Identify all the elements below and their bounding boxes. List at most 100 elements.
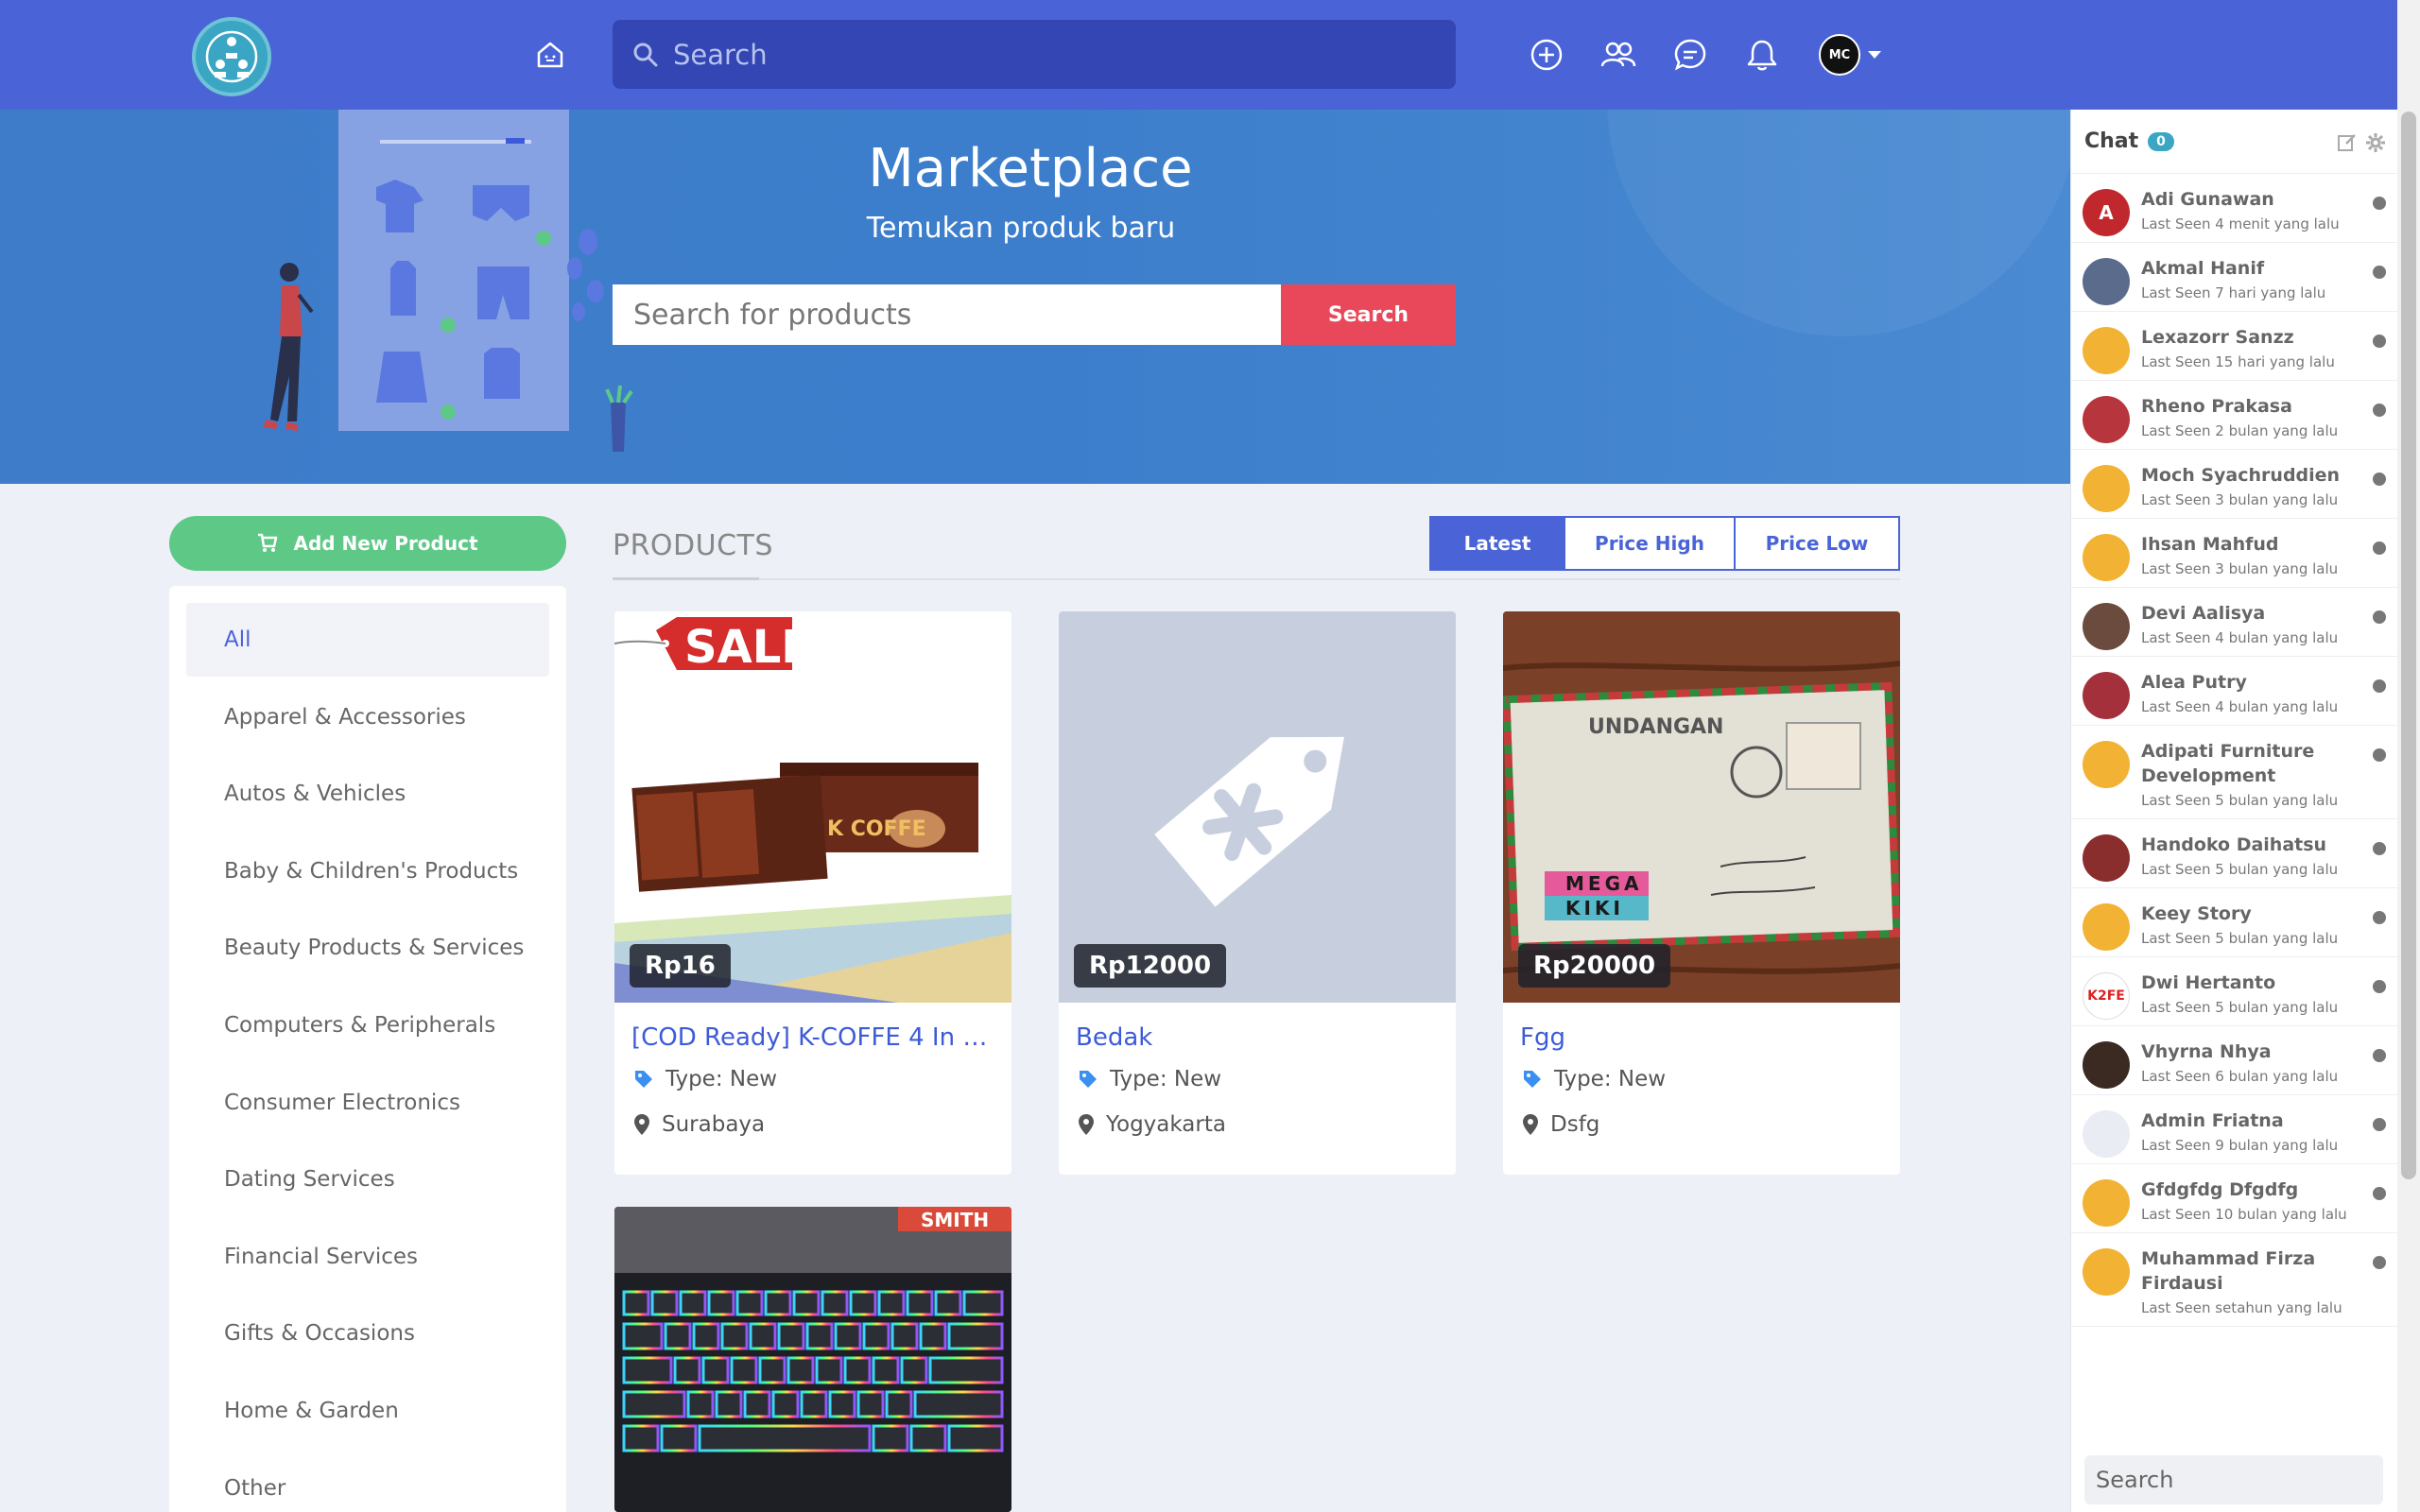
- add-new-product-label: Add New Product: [293, 532, 478, 555]
- category-list: All Apparel & Accessories Autos & Vehicles…: [169, 586, 566, 1512]
- chat-contact[interactable]: Ihsan Mahfud Last Seen 3 bulan yang lalu: [2071, 519, 2397, 588]
- hero-title: Marketplace: [868, 138, 1193, 199]
- contact-last-seen: Last Seen 15 hari yang lalu: [2141, 353, 2335, 370]
- chat-unread-count: 0: [2148, 131, 2174, 151]
- chat-contact[interactable]: Alea Putry Last Seen 4 bulan yang lalu: [2071, 657, 2397, 726]
- chat-contact[interactable]: K2FE Dwi Hertanto Last Seen 5 bulan yang l…: [2071, 957, 2397, 1026]
- contact-last-seen: Last Seen 6 bulan yang lalu: [2141, 1068, 2339, 1085]
- category-item[interactable]: Consumer Electronics: [186, 1066, 549, 1140]
- chat-panel: Chat 0 A Adi Gunawan Last Seen 4 menit yan…: [2070, 110, 2397, 1512]
- presence-status-dot: [2373, 266, 2386, 279]
- category-item[interactable]: Autos & Vehicles: [186, 757, 549, 831]
- sort-price-high-button[interactable]: Price High: [1565, 516, 1736, 571]
- contact-name: Adi Gunawan: [2141, 189, 2274, 210]
- category-item[interactable]: Gifts & Occasions: [186, 1297, 549, 1370]
- product-search-input[interactable]: [613, 284, 1281, 345]
- bell-icon[interactable]: [1741, 34, 1783, 76]
- category-item[interactable]: All: [186, 603, 549, 677]
- product-card[interactable]: UNDANGAN MEGA KIKI Rp20000 Fgg Type: New…: [1503, 611, 1900, 1175]
- messages-icon[interactable]: [1669, 34, 1711, 76]
- chat-contact[interactable]: Gfdgfdg Dfgdfg Last Seen 10 bulan yang la…: [2071, 1164, 2397, 1233]
- product-image-placeholder[interactable]: Rp12000: [1059, 611, 1456, 1003]
- invite-heading: UNDANGAN: [1588, 715, 1724, 739]
- category-item[interactable]: Other: [186, 1452, 549, 1512]
- category-item[interactable]: Beauty Products & Services: [186, 911, 549, 985]
- presence-status-dot: [2373, 679, 2386, 693]
- chevron-down-icon[interactable]: [1868, 51, 1881, 59]
- contact-name: Alea Putry: [2141, 672, 2247, 693]
- product-image[interactable]: UNDANGAN MEGA KIKI Rp20000: [1503, 611, 1900, 1003]
- presence-status-dot: [2373, 748, 2386, 762]
- chat-search-input[interactable]: [2096, 1467, 2370, 1493]
- category-item[interactable]: Home & Garden: [186, 1374, 549, 1448]
- chat-contact[interactable]: Devi Aalisya Last Seen 4 bulan yang lalu: [2071, 588, 2397, 657]
- price-badge: Rp12000: [1074, 944, 1227, 988]
- chat-contact[interactable]: Rheno Prakasa Last Seen 2 bulan yang lalu: [2071, 381, 2397, 450]
- chat-contact[interactable]: Lexazorr Sanzz Last Seen 15 hari yang lal…: [2071, 312, 2397, 381]
- contact-avatar: [2083, 327, 2130, 374]
- add-circle-icon[interactable]: [1526, 34, 1567, 76]
- product-location: Dsfg: [1522, 1112, 1599, 1137]
- product-card[interactable]: SMITH: [614, 1207, 1011, 1512]
- chat-contact[interactable]: Akmal Hanif Last Seen 7 hari yang lalu: [2071, 243, 2397, 312]
- contact-name: Moch Syachruddien: [2141, 465, 2341, 486]
- search-icon: [633, 43, 658, 66]
- chat-search-box: [2084, 1455, 2383, 1504]
- chat-contact[interactable]: Moch Syachruddien Last Seen 3 bulan yang …: [2071, 450, 2397, 519]
- tag-icon: [635, 1071, 652, 1088]
- home-icon[interactable]: [531, 36, 569, 74]
- contact-last-seen: Last Seen 5 bulan yang lalu: [2141, 930, 2339, 947]
- contact-name: Admin Friatna: [2141, 1110, 2284, 1131]
- chat-contact[interactable]: Vhyrna Nhya Last Seen 6 bulan yang lalu: [2071, 1026, 2397, 1095]
- product-card[interactable]: SALE K COFFE Rp16 [COD Ready] K-COFFE 4 …: [614, 611, 1011, 1175]
- contact-last-seen: Last Seen setahun yang lalu: [2141, 1299, 2342, 1316]
- global-search-input[interactable]: [673, 38, 1429, 71]
- contact-last-seen: Last Seen 3 bulan yang lalu: [2141, 491, 2339, 508]
- chat-contact[interactable]: Adipati Furniture Development Last Seen 5…: [2071, 726, 2397, 819]
- contact-avatar: [2083, 1110, 2130, 1158]
- presence-status-dot: [2373, 610, 2386, 624]
- product-card[interactable]: Rp12000 Bedak Type: New Yogyakarta: [1059, 611, 1456, 1175]
- sort-button-group: Latest Price High Price Low: [1429, 516, 1900, 571]
- presence-status-dot: [2373, 404, 2386, 417]
- add-new-product-button[interactable]: Add New Product: [169, 516, 566, 571]
- category-item[interactable]: Apparel & Accessories: [186, 680, 549, 754]
- product-image[interactable]: SALE K COFFE Rp16: [614, 611, 1011, 1003]
- product-title-link[interactable]: Bedak: [1076, 1023, 1444, 1052]
- price-badge: Rp16: [630, 944, 731, 988]
- friends-icon[interactable]: [1598, 34, 1639, 76]
- page-scrollbar-thumb[interactable]: [2401, 112, 2416, 1179]
- category-item[interactable]: Financial Services: [186, 1220, 549, 1294]
- chat-contact[interactable]: Keey Story Last Seen 5 bulan yang lalu: [2071, 888, 2397, 957]
- category-item[interactable]: Baby & Children's Products: [186, 834, 549, 908]
- compose-icon[interactable]: [2337, 132, 2358, 153]
- price-badge: Rp20000: [1518, 944, 1671, 988]
- sort-latest-button[interactable]: Latest: [1429, 516, 1565, 571]
- contact-name: Keey Story: [2141, 903, 2252, 924]
- product-title-link[interactable]: Fgg: [1520, 1023, 1889, 1052]
- site-logo[interactable]: [192, 17, 271, 96]
- tag-icon: [1524, 1071, 1541, 1088]
- marketplace-hero: Marketplace Temukan produk baru Search: [0, 110, 2070, 484]
- product-image[interactable]: SMITH: [614, 1207, 1011, 1512]
- product-location-text: Surabaya: [662, 1112, 766, 1137]
- user-avatar[interactable]: MC: [1819, 34, 1860, 76]
- chat-contact[interactable]: Handoko Daihatsu Last Seen 5 bulan yang l…: [2071, 819, 2397, 888]
- product-type: Type: New: [1078, 1067, 1221, 1091]
- contact-last-seen: Last Seen 9 bulan yang lalu: [2141, 1137, 2339, 1154]
- hero-subtitle: Temukan produk baru: [866, 212, 1176, 245]
- product-type: Type: New: [633, 1067, 777, 1091]
- chat-contact[interactable]: A Adi Gunawan Last Seen 4 menit yang lalu: [2071, 174, 2397, 243]
- product-location: Surabaya: [633, 1112, 765, 1137]
- invite-tag-1: MEGA: [1565, 872, 1643, 895]
- gear-icon[interactable]: [2365, 132, 2386, 153]
- product-search-button[interactable]: Search: [1281, 284, 1456, 345]
- presence-status-dot: [2373, 1187, 2386, 1200]
- category-item[interactable]: Computers & Peripherals: [186, 988, 549, 1062]
- sort-price-low-button[interactable]: Price Low: [1736, 516, 1900, 571]
- product-title-link[interactable]: [COD Ready] K-COFFE 4 In 1 Ori...: [631, 1023, 1000, 1052]
- chat-contact[interactable]: Muhammad Firza Firdausi Last Seen setahun…: [2071, 1233, 2397, 1327]
- contact-avatar: [2083, 1248, 2130, 1296]
- chat-contact[interactable]: Admin Friatna Last Seen 9 bulan yang lalu: [2071, 1095, 2397, 1164]
- category-item[interactable]: Dating Services: [186, 1143, 549, 1216]
